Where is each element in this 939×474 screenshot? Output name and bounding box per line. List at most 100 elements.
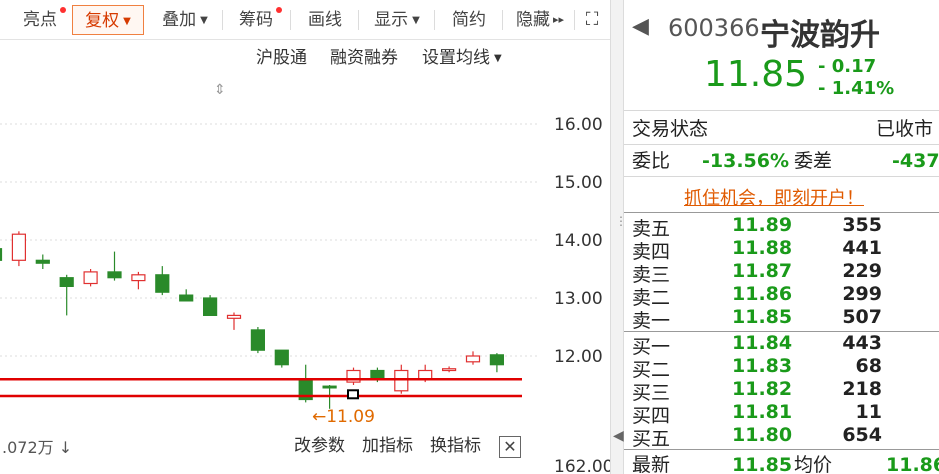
candle-body [131, 274, 146, 282]
book-level-price: 11.81 [732, 401, 793, 423]
book-level-volume: 654 [842, 424, 882, 446]
book-level-price: 11.83 [732, 355, 793, 377]
candle-body [322, 385, 337, 389]
price-axis: 16.00 15.00 14.00 13.00 12.00 162.00 [554, 115, 610, 474]
toolbar-divider [574, 10, 575, 30]
highlights-button[interactable]: 亮点 [14, 5, 66, 35]
overlay-button[interactable]: 叠加 ▼ [152, 5, 218, 35]
toolbar-divider [502, 10, 503, 30]
price-tick-label: 13.00 [554, 289, 603, 309]
candle [203, 295, 218, 316]
divider [624, 331, 939, 332]
panel-splitter[interactable]: ⋮ ◀ [610, 0, 627, 474]
candle-body [0, 248, 3, 261]
candle-body [418, 369, 433, 380]
order-diff-value: -437 [892, 150, 939, 172]
candles-group [0, 231, 504, 409]
book-level-price: 11.86 [732, 283, 793, 305]
change-percent: - 1.41% [818, 78, 895, 99]
support-lines [0, 377, 522, 400]
last-label: 最新 [632, 454, 671, 474]
candle-body [203, 297, 218, 316]
collapse-arrow-icon[interactable]: ◀ [613, 428, 624, 444]
caret-down-icon: ▼ [123, 16, 131, 27]
book-level-volume: 218 [842, 378, 882, 400]
candle [0, 248, 3, 261]
book-level-volume: 507 [842, 306, 882, 328]
adjust-button[interactable]: 复权 ▼ [72, 5, 144, 35]
price-tick-label: 14.00 [554, 231, 603, 251]
candle-body [155, 274, 170, 293]
candle [346, 367, 361, 385]
toolbar-divider [434, 10, 435, 30]
chart-toolbar: 亮点 复权 ▼ 叠加 ▼ 筹码 画线 显示 ▼ 简约 隐藏 ▸▸ ⛶ [0, 0, 610, 40]
quote-panel: ◀ 600366 宁波韵升 11.85 - 0.17 - 1.41% 交易状态 … [624, 0, 939, 474]
last-price: 11.85 [704, 54, 808, 95]
candle-body [465, 355, 481, 363]
book-level-volume: 11 [855, 401, 882, 423]
candle-body [179, 294, 194, 302]
book-level-volume: 441 [842, 237, 882, 259]
prev-stock-icon[interactable]: ◀ [632, 14, 649, 39]
toolbar-divider [290, 10, 291, 30]
book-level-price: 11.80 [732, 424, 793, 446]
candle-body [83, 271, 98, 285]
price-tick-label: 12.00 [554, 347, 603, 367]
candle-body [250, 329, 265, 351]
price-tick-label: 16.00 [554, 115, 603, 135]
display-button[interactable]: 显示 ▼ [364, 5, 430, 35]
candle-body [370, 369, 385, 380]
divider [624, 144, 939, 145]
book-level-price: 11.87 [732, 260, 793, 282]
draw-line-button[interactable]: 画线 [296, 5, 354, 35]
book-level-price: 11.82 [732, 378, 793, 400]
low-price-annotation: ←11.09 [312, 407, 375, 427]
status-value: 已收市 [876, 118, 934, 140]
toolbar-divider [358, 10, 359, 30]
book-level-label: 买五 [632, 428, 671, 450]
caret-down-icon: ▼ [412, 15, 420, 26]
book-level-label: 卖一 [632, 310, 671, 332]
hide-button[interactable]: 隐藏 ▸▸ [508, 5, 572, 35]
candlestick-chart[interactable]: ⇕ 16.00 15.00 14.00 13.00 12.00 162.00 ←11.09 [0, 40, 610, 474]
edit-params-button[interactable]: 改参数 [294, 432, 345, 460]
arrow-down-icon: ↓ [58, 438, 73, 457]
change-amount: - 0.17 [818, 56, 877, 77]
book-level-volume: 443 [842, 332, 882, 354]
divider [624, 449, 939, 450]
order-ratio-value: -13.56% [702, 150, 790, 172]
book-level-price: 11.85 [732, 306, 793, 328]
last-value: 11.85 [732, 454, 793, 474]
candle-body [59, 277, 74, 287]
status-label: 交易状态 [632, 118, 709, 140]
candle [442, 366, 457, 373]
drag-handle-icon[interactable]: ⇕ [214, 82, 226, 98]
order-ratio-label: 委比 [632, 150, 671, 172]
candle [131, 271, 146, 290]
divider [624, 212, 939, 213]
candle-body [107, 271, 122, 279]
avg-price-value: 11.86 [886, 454, 939, 474]
close-icon[interactable]: ✕ [499, 436, 521, 458]
book-level-price: 11.84 [732, 332, 793, 354]
new-dot-icon [60, 7, 66, 13]
crosshair-marker [347, 389, 359, 400]
fullscreen-icon[interactable]: ⛶ [578, 5, 606, 35]
candle-body [274, 349, 289, 366]
candle-body [11, 233, 26, 261]
toolbar-divider [222, 10, 223, 30]
candle-body [489, 354, 504, 366]
candle [107, 251, 122, 281]
simple-button[interactable]: 简约 [440, 5, 498, 35]
stock-name: 宁波韵升 [760, 18, 880, 53]
avg-price-label: 均价 [794, 454, 833, 474]
caret-down-icon: ▼ [200, 15, 208, 26]
candle [489, 353, 504, 373]
candle [465, 351, 481, 365]
stock-code: 600366 [668, 14, 760, 42]
add-indicator-button[interactable]: 加指标 [362, 432, 413, 460]
candle [274, 349, 289, 368]
open-account-link[interactable]: 抓住机会，即刻开户！ [684, 184, 864, 210]
price-tick-label: 15.00 [554, 173, 603, 193]
switch-indicator-button[interactable]: 换指标 [430, 432, 481, 460]
